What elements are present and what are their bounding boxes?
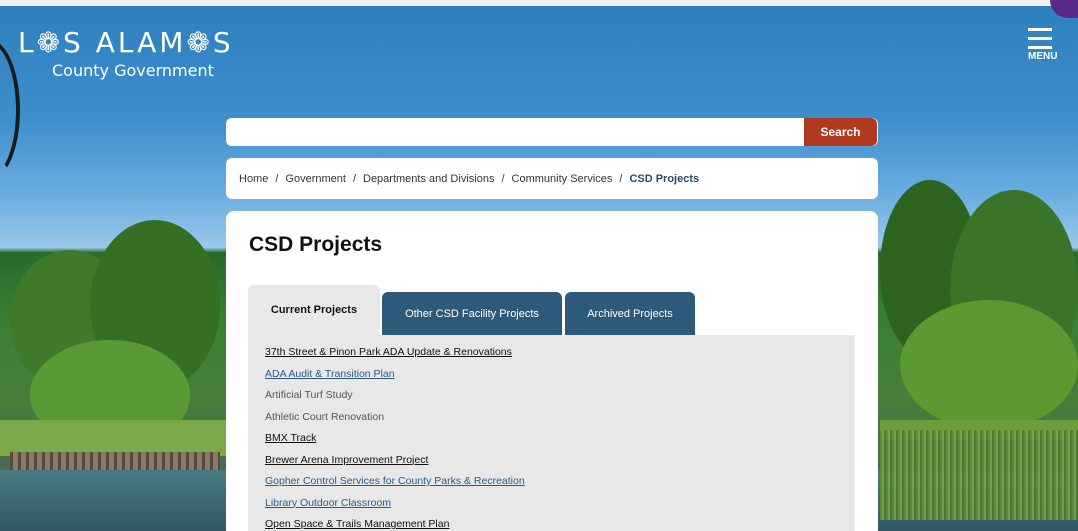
- list-item[interactable]: Gopher Control Services for County Parks…: [265, 472, 855, 494]
- list-item[interactable]: Library Outdoor Classroom: [265, 494, 855, 516]
- breadcrumb-current: CSD Projects: [629, 172, 700, 185]
- search-bar: [226, 118, 878, 146]
- breadcrumb-separator: /: [275, 172, 279, 185]
- breadcrumb-home[interactable]: Home: [239, 173, 268, 185]
- breadcrumb-separator: /: [501, 172, 505, 185]
- breadcrumb: Home / Government / Departments and Divi…: [226, 158, 878, 199]
- list-item: Artificial Turf Study: [265, 389, 353, 401]
- menu-label: MENU: [1028, 51, 1058, 62]
- list-item[interactable]: ADA Audit & Transition Plan: [265, 365, 855, 387]
- logo-wordmark: L❁S ALAM❁S: [18, 26, 234, 59]
- hamburger-icon-bar: [1028, 37, 1052, 40]
- page: L❁S ALAM❁S County Government MENU Search…: [0, 0, 1078, 531]
- tree: [900, 300, 1078, 430]
- tab-other-csd-facility-projects[interactable]: Other CSD Facility Projects: [382, 292, 562, 335]
- hamburger-icon: [1028, 28, 1052, 31]
- project-list: 37th Street & Pinon Park ADA Update & Re…: [248, 335, 855, 531]
- content-panel: CSD Projects Current Projects Other CSD …: [226, 211, 878, 531]
- reeds: [880, 430, 1078, 520]
- list-item: Athletic Court Renovation: [265, 410, 385, 423]
- site-logo[interactable]: L❁S ALAM❁S County Government: [18, 26, 234, 81]
- list-item[interactable]: 37th Street & Pinon Park ADA Update & Re…: [265, 343, 855, 365]
- list-item[interactable]: Open Space & Trails Management Plan: [265, 515, 855, 531]
- grass-left: [0, 420, 230, 456]
- tab-archived-projects[interactable]: Archived Projects: [565, 292, 695, 335]
- menu-button[interactable]: MENU: [1028, 28, 1078, 62]
- page-title: CSD Projects: [249, 233, 383, 256]
- breadcrumb-community-services[interactable]: Community Services: [512, 173, 613, 185]
- list-item[interactable]: BMX Track: [265, 429, 855, 451]
- tab-current-projects[interactable]: Current Projects: [248, 285, 380, 335]
- search-button[interactable]: Search: [804, 118, 877, 146]
- breadcrumb-departments[interactable]: Departments and Divisions: [363, 173, 494, 185]
- logo-subtitle: County Government: [52, 61, 214, 80]
- list-item[interactable]: Brewer Arena Improvement Project: [265, 451, 855, 473]
- breadcrumb-separator: /: [619, 172, 623, 185]
- hamburger-icon-bar: [1028, 46, 1052, 49]
- search-input[interactable]: [226, 118, 804, 146]
- pier: [10, 452, 220, 470]
- breadcrumb-government[interactable]: Government: [285, 173, 346, 185]
- breadcrumb-separator: /: [352, 172, 356, 185]
